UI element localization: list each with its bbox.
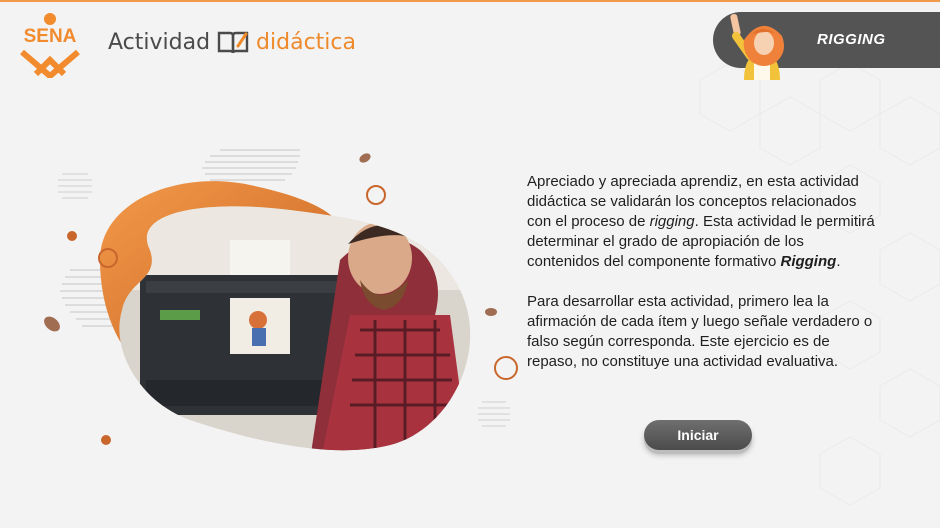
didactica-word: didáctica bbox=[256, 29, 356, 55]
intro-p1-c: . bbox=[836, 253, 841, 270]
activity-word: Actividad bbox=[108, 29, 211, 55]
intro-paragraph-2: Para desarrollar esta actividad, primero… bbox=[527, 293, 873, 370]
badge-label: RIGGING bbox=[817, 31, 886, 48]
activity-title: Actividad didáctica bbox=[108, 28, 356, 56]
intro-paragraph-1: Apreciado y apreciada aprendiz, en esta … bbox=[527, 172, 877, 272]
illustration bbox=[44, 149, 518, 451]
top-accent-line bbox=[0, 0, 940, 2]
intro-text: Apreciado y apreciada aprendiz, en esta … bbox=[527, 172, 877, 372]
start-button[interactable]: Iniciar bbox=[644, 420, 752, 450]
sena-logo-icon: SENA bbox=[20, 13, 80, 78]
intro-p1-rigging: rigging bbox=[649, 213, 695, 230]
avatar-girl-icon bbox=[730, 13, 784, 80]
intro-p1-rigging-bold: Rigging bbox=[780, 253, 837, 270]
book-icon bbox=[217, 31, 249, 54]
logo-text: SENA bbox=[24, 26, 77, 47]
